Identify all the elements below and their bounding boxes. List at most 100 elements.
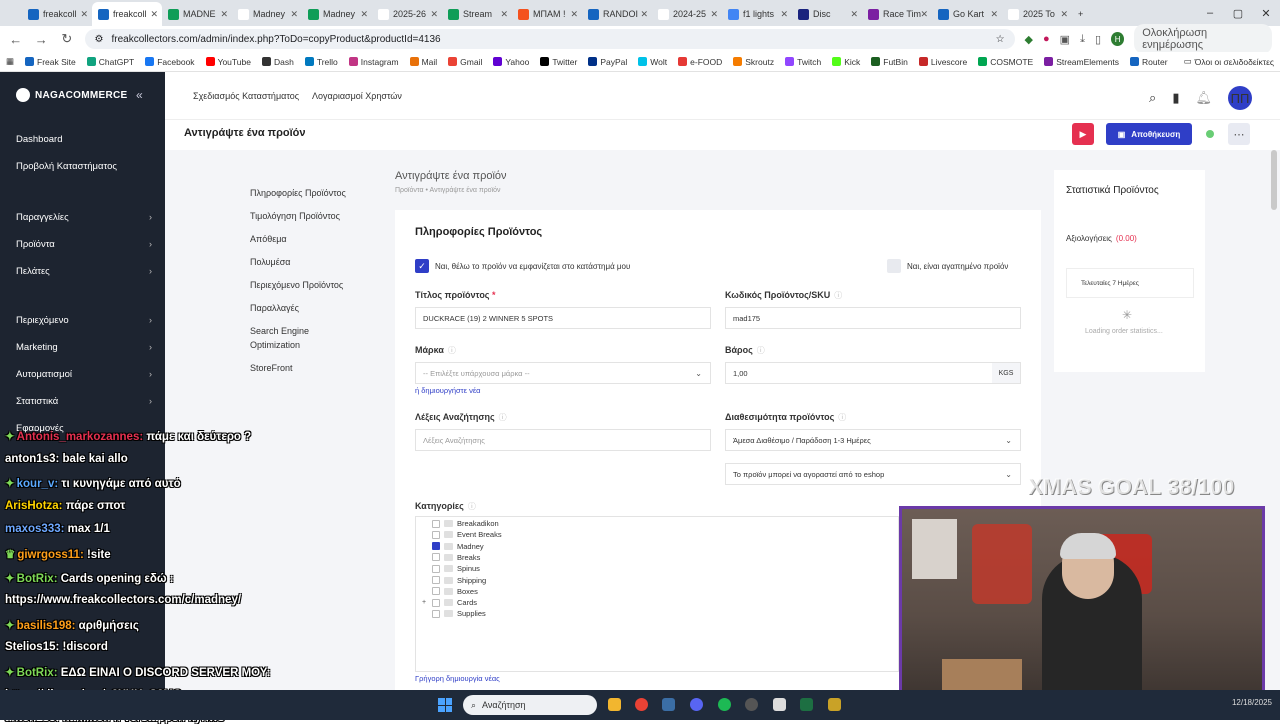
bookmark-item[interactable]: StreamElements (1044, 57, 1119, 67)
close-tab-icon[interactable]: ✕ (220, 9, 228, 20)
obs-icon[interactable] (745, 698, 758, 711)
forward-icon[interactable]: → (34, 32, 50, 47)
steam-icon[interactable] (662, 698, 675, 711)
sidebar-item[interactable]: Dashboard (16, 134, 152, 145)
download-icon[interactable]: ⤓ (1080, 33, 1085, 46)
close-tab-icon[interactable]: ✕ (290, 9, 298, 20)
subnav-item[interactable]: Παραλλαγές (250, 303, 299, 313)
browser-tab[interactable]: MADNE ✕ (162, 2, 232, 26)
shield-icon[interactable]: ◆ (1025, 33, 1033, 46)
browser-tab[interactable]: RANDOI ✕ (582, 2, 652, 26)
subnav-item[interactable]: Πληροφορίες Προϊόντος (250, 188, 346, 198)
apps-grid-icon[interactable]: ▦ (6, 56, 14, 67)
close-tab-icon[interactable]: ✕ (500, 9, 508, 20)
keywords-input[interactable]: Λέξεις Αναζήτησης (415, 429, 711, 451)
category-checkbox[interactable] (432, 530, 440, 539)
browser-tab[interactable]: ΜΠΑΜ ! ✕ (512, 2, 582, 26)
url-input[interactable]: ⚙ freakcollectors.com/admin/index.php?To… (84, 29, 1015, 49)
all-bookmarks-folder[interactable]: ▭ Όλοι οι σελιδοδείκτες (1184, 56, 1274, 67)
favorite-checkbox[interactable] (887, 259, 901, 273)
bookmark-item[interactable]: Mail (409, 57, 437, 67)
close-tab-icon[interactable]: ✕ (640, 9, 648, 20)
profile-icon[interactable]: H (1111, 32, 1125, 46)
category-checkbox[interactable] (432, 609, 440, 618)
sku-input[interactable]: mad175 (725, 307, 1021, 329)
topnav-store-design[interactable]: Σχεδιασμός Καταστήματος (193, 91, 299, 101)
expand-icon[interactable]: + (422, 599, 426, 606)
breadcrumb[interactable]: Προϊόντα • Αντιγράψτε ένα προϊόν (395, 187, 501, 194)
bookmark-item[interactable]: Router (1130, 57, 1168, 67)
save-button[interactable]: ▣ Αποθήκευση (1106, 123, 1192, 145)
category-checkbox[interactable] (432, 587, 440, 596)
chrome-icon[interactable] (635, 698, 648, 711)
bookmark-item[interactable]: Dash (261, 57, 294, 67)
category-node[interactable]: Boxes (432, 587, 478, 596)
browser-tab[interactable]: 2025 To ✕ (1002, 2, 1072, 26)
sidebar-item[interactable]: Προβολή Καταστήματος (16, 161, 152, 172)
search-icon[interactable]: ⌕ (1149, 90, 1156, 106)
close-window-icon[interactable]: ✕ (1252, 7, 1280, 20)
sidebar-item[interactable]: Προϊόντα › (16, 239, 152, 250)
category-node[interactable]: Supplies (432, 609, 486, 618)
sidebar-item[interactable]: Marketing › (16, 342, 152, 353)
bookmark-item[interactable]: Trello (304, 57, 338, 67)
browser-tab[interactable]: Go Kart ✕ (932, 2, 1002, 26)
bookmark-item[interactable]: COSMOTE (978, 57, 1033, 67)
weight-input[interactable]: 1,00 KGS (725, 362, 1021, 384)
bookmark-item[interactable]: Freak Site (25, 57, 76, 67)
back-icon[interactable]: ← (8, 32, 24, 47)
bookmark-item[interactable]: Facebook (145, 57, 195, 67)
sidebar-item[interactable]: Πελάτες › (16, 266, 152, 277)
new-tab-button[interactable]: + (1072, 2, 1096, 26)
subnav-item[interactable]: Περιεχόμενο Προϊόντος (250, 280, 343, 290)
close-tab-icon[interactable]: ✕ (780, 9, 788, 20)
category-checkbox[interactable] (432, 598, 440, 607)
bookmark-item[interactable]: Instagram (348, 57, 399, 67)
brand-select[interactable]: -- Επιλέξτε υπάρχουσα μάρκα -- ⌄ (415, 362, 711, 384)
close-tab-icon[interactable]: ✕ (80, 9, 88, 20)
sidepanel-icon[interactable]: ▯ (1095, 33, 1101, 46)
excel-icon[interactable] (800, 698, 813, 711)
subnav-item[interactable]: Search Engine (250, 326, 309, 336)
category-node[interactable]: + Cards (422, 598, 477, 607)
windows-start-icon[interactable] (438, 698, 452, 712)
bookmark-item[interactable]: YouTube (205, 57, 251, 67)
close-tab-icon[interactable]: ✕ (710, 9, 718, 20)
puzzle-icon[interactable]: ▣ (1060, 33, 1070, 46)
visible-checkbox[interactable]: ✓ (415, 259, 429, 273)
topnav-user-accounts[interactable]: Λογαριασμοί Χρηστών (312, 91, 402, 101)
bookmark-item[interactable]: PayPal (588, 57, 627, 67)
browser-tab[interactable]: freakcoll ✕ (22, 2, 92, 26)
bookmark-item[interactable]: Livescore (918, 57, 967, 67)
bookmark-item[interactable]: Twitch (785, 57, 821, 67)
collapse-sidebar-icon[interactable]: « (136, 88, 143, 102)
sidebar-item[interactable]: Περιεχόμενο › (16, 315, 152, 326)
extension-icon[interactable]: ● (1043, 33, 1050, 45)
sidebar-item[interactable]: Παραγγελίες › (16, 212, 152, 223)
minimize-icon[interactable]: – (1196, 7, 1224, 19)
bookmark-item[interactable]: ChatGPT (86, 57, 134, 67)
sidebar-item[interactable]: Στατιστικά › (16, 396, 152, 407)
update-button[interactable]: Ολοκλήρωση ενημέρωσης (1134, 24, 1273, 54)
browser-tab[interactable]: Race Tim ✕ (862, 2, 932, 26)
bookmark-item[interactable]: Yahoo (493, 57, 529, 67)
browser-tab[interactable]: f1 lights ✕ (722, 2, 792, 26)
category-checkbox[interactable] (432, 564, 440, 573)
bookmark-item[interactable]: e-FOOD (678, 57, 722, 67)
close-tab-icon[interactable]: ✕ (990, 9, 998, 20)
category-node[interactable]: Shipping (432, 576, 486, 585)
sidebar-item[interactable]: Αυτοματισμοί › (16, 369, 152, 380)
category-checkbox[interactable] (432, 542, 440, 551)
bookmark-item[interactable]: Skroutz (733, 57, 774, 67)
bookmark-item[interactable]: FutBin (871, 57, 908, 67)
period-select[interactable]: Τελευταίες 7 Ημέρες (1066, 268, 1194, 298)
subnav-item[interactable]: Τιμολόγηση Προϊόντος (250, 211, 340, 221)
bell-icon[interactable]: 🔔︎ (1195, 90, 1212, 106)
category-checkbox[interactable] (432, 519, 440, 528)
browser-tab[interactable]: Madney ✕ (232, 2, 302, 26)
category-checkbox[interactable] (432, 576, 440, 584)
category-checkbox[interactable] (432, 553, 440, 562)
app-icon[interactable] (773, 698, 786, 711)
avatar[interactable]: ΠΠ (1228, 86, 1252, 110)
spotify-icon[interactable] (718, 698, 731, 711)
